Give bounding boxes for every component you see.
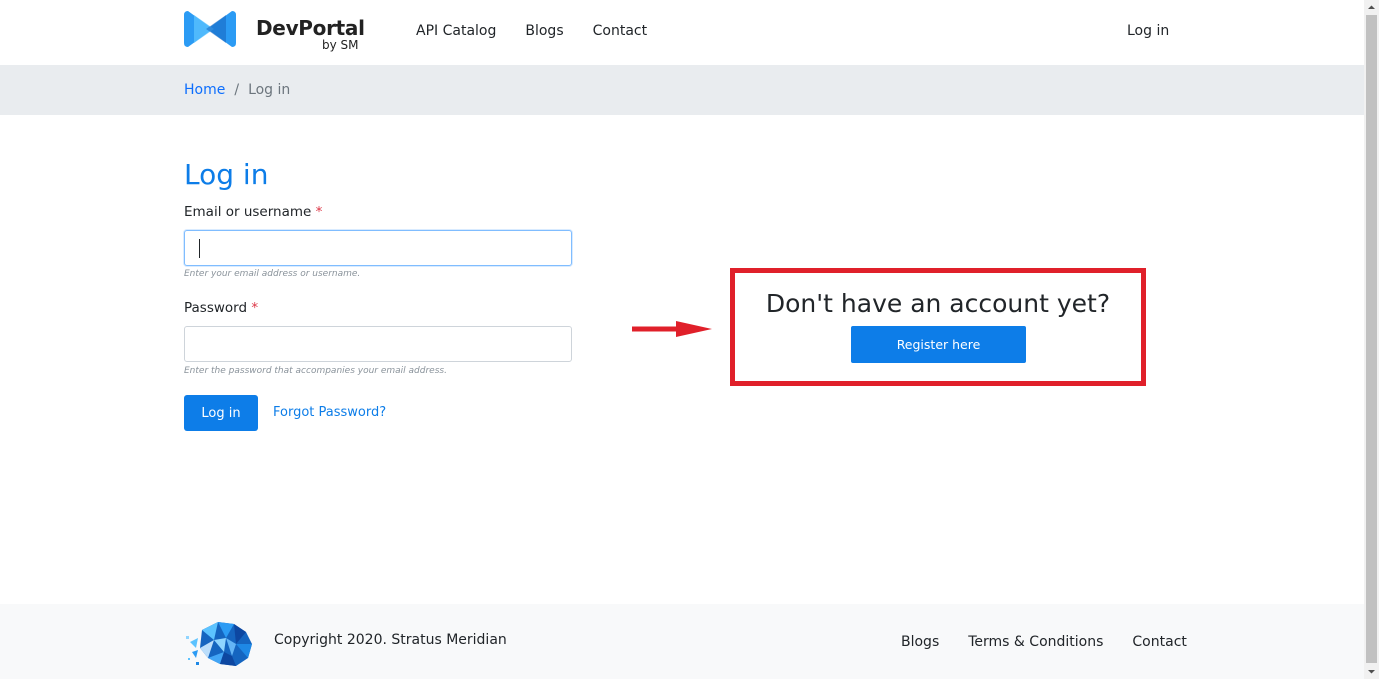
arrow-right-icon	[632, 321, 712, 337]
email-help-text: Enter your email address or username.	[184, 269, 361, 279]
brand-name[interactable]: DevPortal by SM	[256, 16, 365, 52]
password-label-text: Password	[184, 300, 248, 316]
password-required-mark: *	[251, 300, 259, 316]
header-login-link[interactable]: Log in	[1127, 23, 1169, 39]
email-input[interactable]	[184, 230, 572, 266]
scrollbar-thumb[interactable]	[1366, 15, 1377, 663]
scroll-up-arrow-icon[interactable]	[1364, 0, 1379, 15]
email-label: Email or username *	[184, 204, 322, 220]
page-scrollbar[interactable]	[1364, 0, 1379, 679]
register-heading: Don't have an account yet?	[765, 289, 1111, 318]
stratus-meridian-logo-icon	[186, 622, 252, 666]
site-header: DevPortal by SM API Catalog Blogs Contac…	[0, 0, 1364, 65]
brand-title: DevPortal	[256, 16, 365, 40]
breadcrumb-current: Log in	[248, 82, 291, 98]
site-footer: Copyright 2020. Stratus Meridian Blogs T…	[0, 604, 1364, 679]
footer-link-terms[interactable]: Terms & Conditions	[968, 634, 1103, 650]
password-label: Password *	[184, 300, 258, 316]
breadcrumb: Home / Log in	[184, 82, 290, 98]
breadcrumb-separator: /	[234, 82, 240, 98]
page-title: Log in	[184, 158, 269, 191]
register-highlight-box: Don't have an account yet? Register here	[730, 268, 1146, 386]
page: DevPortal by SM API Catalog Blogs Contac…	[0, 0, 1364, 679]
footer-link-contact[interactable]: Contact	[1132, 634, 1186, 650]
breadcrumb-bar: Home / Log in	[0, 65, 1364, 115]
login-submit-button[interactable]: Log in	[184, 395, 258, 431]
email-required-mark: *	[315, 204, 323, 220]
email-label-text: Email or username	[184, 204, 312, 220]
main-nav: API Catalog Blogs Contact	[416, 23, 647, 39]
footer-copyright: Copyright 2020. Stratus Meridian	[274, 632, 507, 648]
nav-item-blogs[interactable]: Blogs	[525, 23, 563, 39]
breadcrumb-home-link[interactable]: Home	[184, 82, 225, 98]
nav-item-api-catalog[interactable]: API Catalog	[416, 23, 496, 39]
password-input[interactable]	[184, 326, 572, 362]
password-help-text: Enter the password that accompanies your…	[184, 366, 447, 376]
scroll-down-arrow-icon[interactable]	[1364, 664, 1379, 679]
forgot-password-link[interactable]: Forgot Password?	[273, 405, 386, 420]
register-button[interactable]: Register here	[851, 326, 1026, 363]
brand-subtitle: by SM	[322, 38, 359, 52]
text-caret	[199, 239, 200, 258]
nav-item-contact[interactable]: Contact	[593, 23, 647, 39]
footer-links: Blogs Terms & Conditions Contact	[901, 634, 1187, 650]
devportal-logo-icon[interactable]	[184, 9, 236, 49]
footer-link-blogs[interactable]: Blogs	[901, 634, 939, 650]
